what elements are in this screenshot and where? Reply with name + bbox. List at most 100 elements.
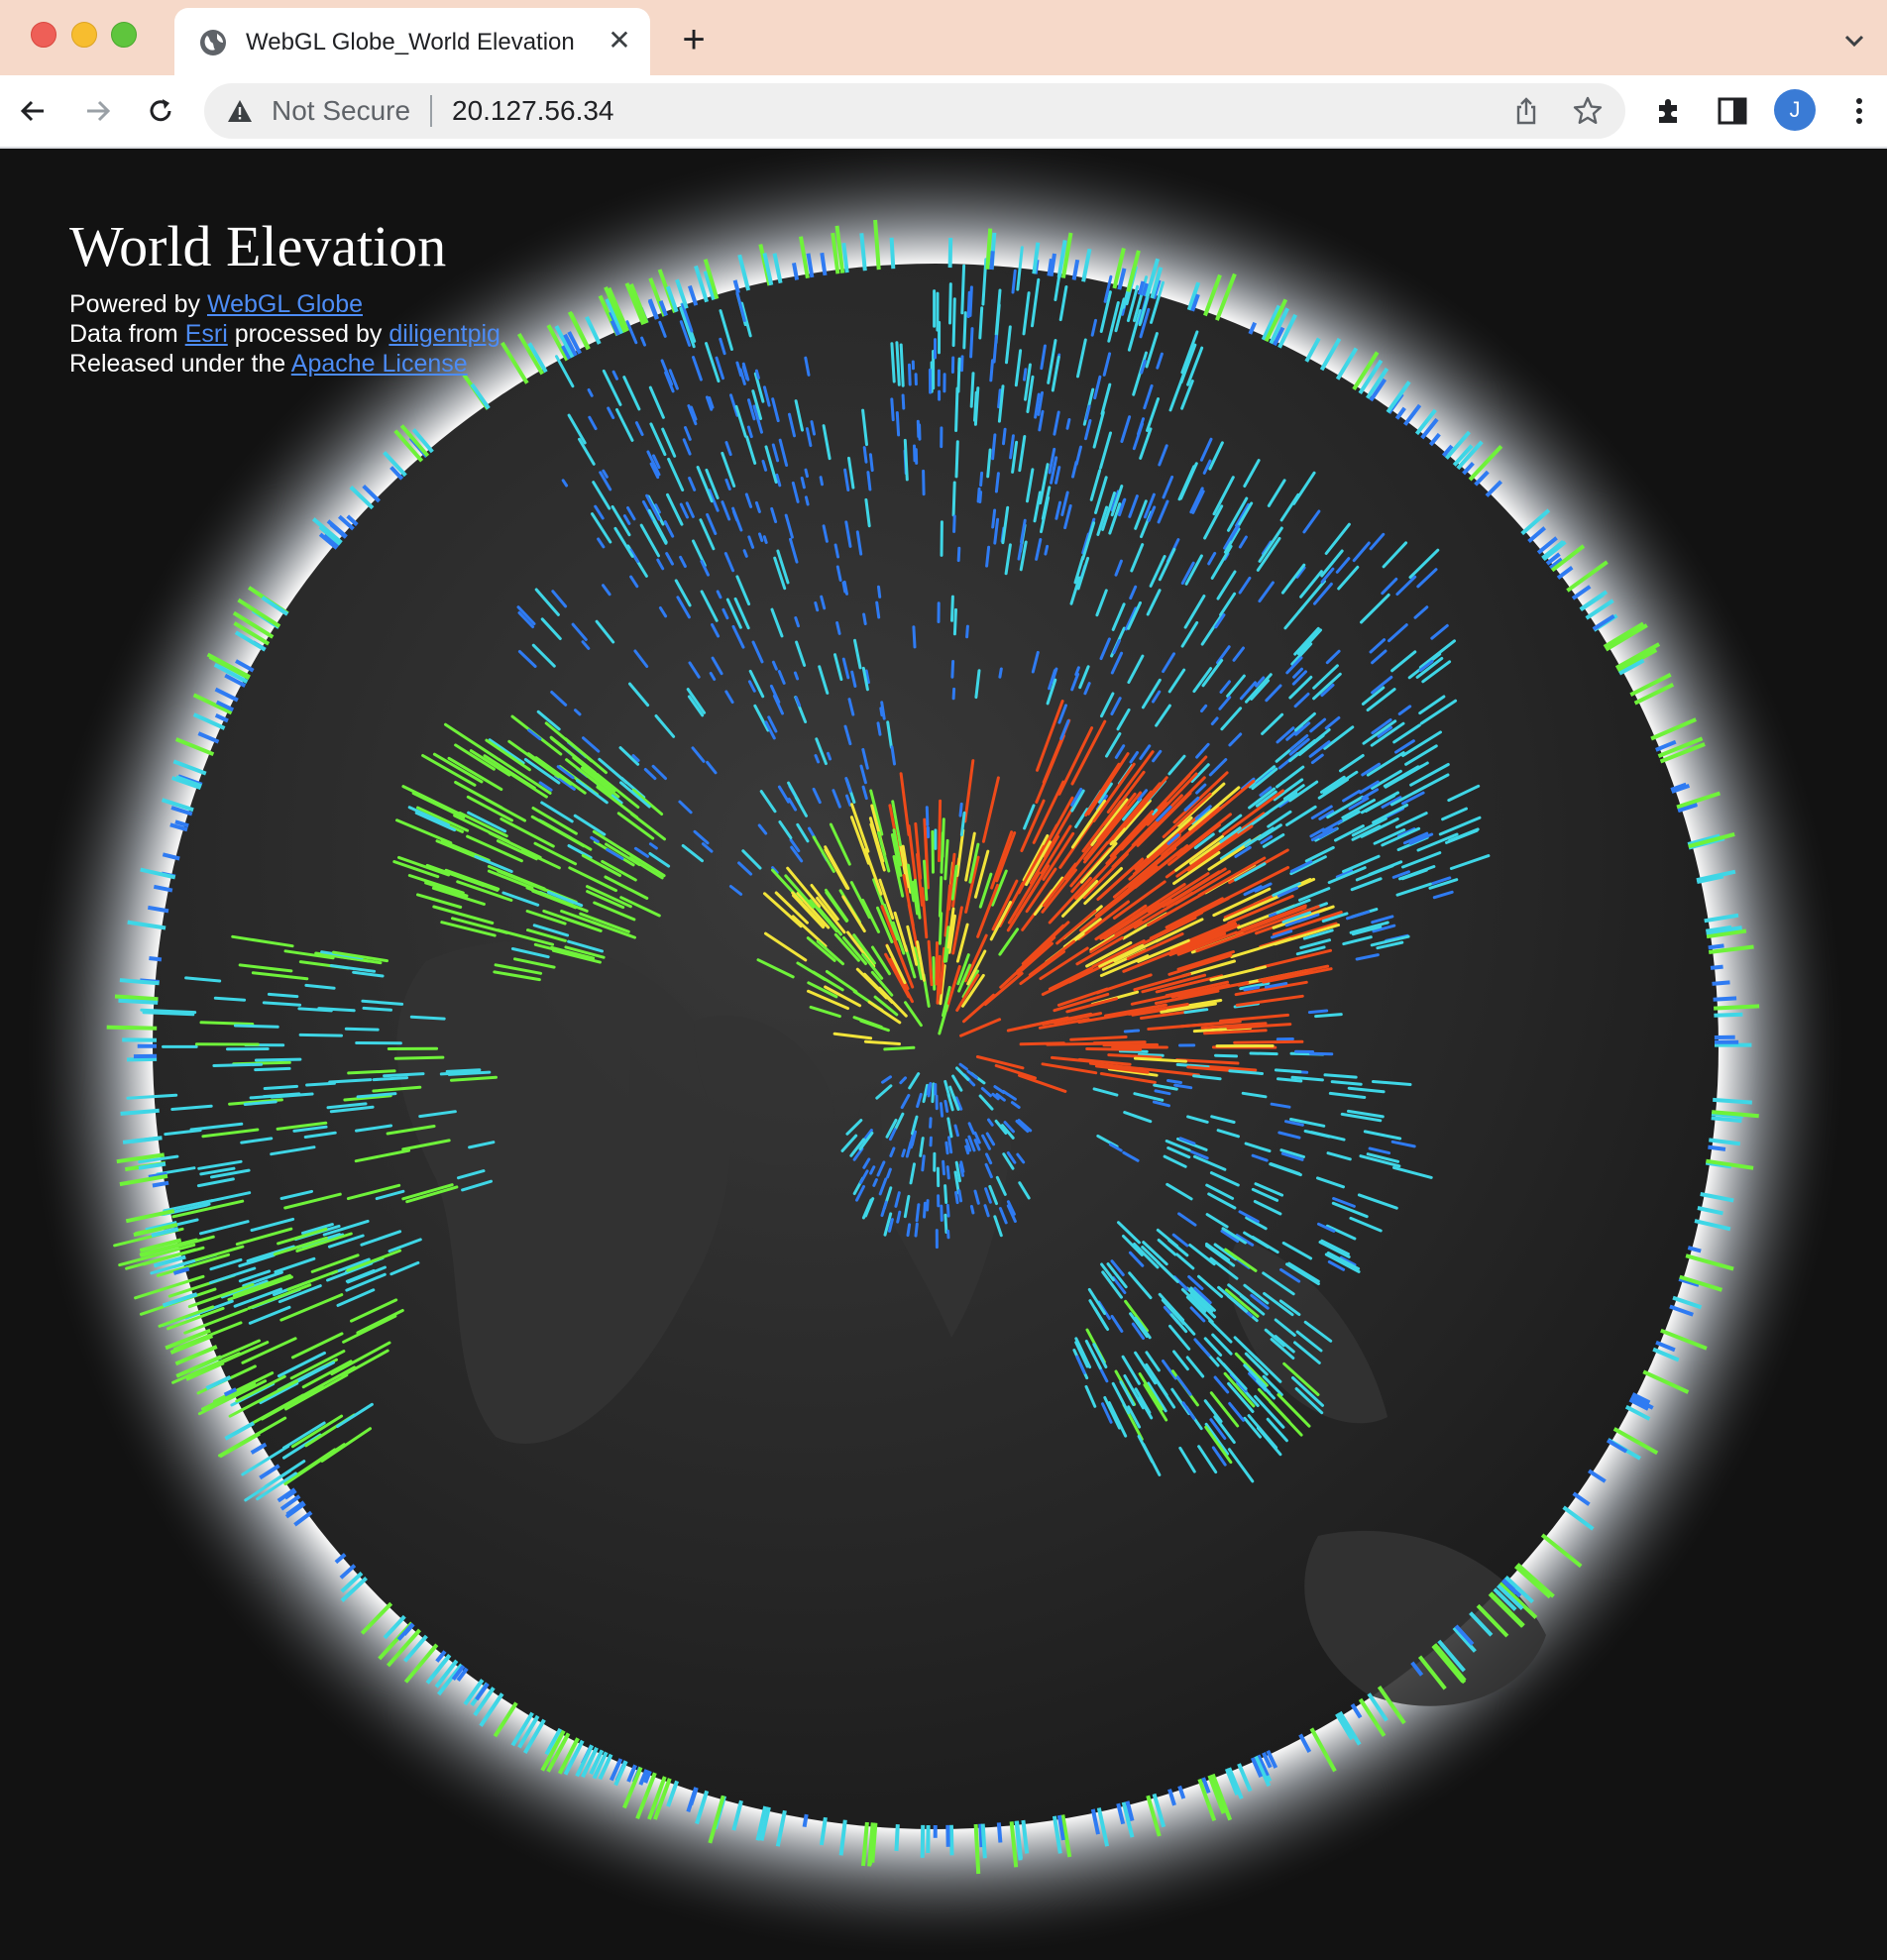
elevation-bar — [951, 297, 956, 348]
elevation-bar — [956, 357, 961, 393]
elevation-bar — [827, 751, 832, 761]
elevation-bar — [980, 1823, 987, 1859]
tab-strip: WebGL Globe_World Elevation ✕ + — [0, 0, 1887, 75]
elevation-bar — [1713, 1097, 1752, 1105]
elevation-bar — [938, 876, 944, 918]
elevation-bar — [889, 237, 896, 270]
webgl-globe-link[interactable]: WebGL Globe — [207, 290, 363, 318]
elevation-bar — [152, 1180, 169, 1188]
elevation-bar — [929, 1117, 933, 1129]
bookmark-star-icon[interactable] — [1572, 95, 1604, 127]
omnibox-divider — [430, 95, 432, 127]
elevation-bar — [952, 514, 956, 533]
forward-arrow-icon[interactable] — [79, 93, 115, 129]
share-icon[interactable] — [1510, 95, 1542, 127]
elevation-bar — [991, 508, 997, 529]
elevation-bar — [932, 956, 937, 991]
elevation-bar — [868, 453, 874, 473]
powered-by-line: Powered by WebGL Globe — [69, 289, 500, 319]
globe-icon — [200, 30, 226, 55]
elevation-bar — [877, 585, 882, 599]
browser-toolbar: Not Secure 20.127.56.34 J — [0, 75, 1887, 149]
elevation-bar — [914, 1222, 919, 1238]
info-panel: World Elevation Powered by WebGL Globe D… — [69, 214, 500, 379]
elevation-bar — [1713, 996, 1737, 1002]
diligentpig-link[interactable]: diligentpig — [388, 320, 500, 348]
elevation-bar — [1710, 964, 1723, 970]
elevation-bar — [1711, 1116, 1742, 1124]
close-tab-icon[interactable]: ✕ — [605, 26, 634, 55]
processed-by-text: processed by — [227, 320, 389, 348]
elevation-bar — [954, 440, 959, 479]
elevation-bar — [1712, 980, 1730, 986]
elevation-bar — [945, 1203, 950, 1218]
elevation-bar — [922, 469, 926, 496]
elevation-bar — [996, 1822, 1003, 1843]
elevation-bar — [126, 1056, 158, 1062]
side-panel-icon[interactable] — [1715, 93, 1750, 129]
elevation-bar — [912, 625, 917, 649]
more-menu-icon[interactable] — [1841, 93, 1877, 129]
elevation-bar — [952, 607, 957, 636]
elevation-bar — [973, 1823, 981, 1875]
elevation-bar — [199, 1021, 255, 1026]
back-arrow-icon[interactable] — [16, 93, 52, 129]
globe-canvas[interactable] — [0, 149, 1887, 1960]
warning-icon[interactable] — [226, 97, 254, 125]
elevation-bar — [950, 595, 954, 622]
maximize-window-button[interactable] — [111, 22, 137, 48]
powered-prefix: Powered by — [69, 290, 207, 318]
elevation-bar — [959, 1160, 965, 1173]
chevron-down-icon[interactable] — [1839, 26, 1869, 55]
elevation-bar — [862, 446, 868, 464]
elevation-bar — [802, 1813, 809, 1828]
elevation-bar — [903, 438, 909, 482]
active-tab[interactable]: WebGL Globe_World Elevation ✕ — [174, 8, 650, 75]
reload-icon[interactable] — [143, 93, 178, 129]
elevation-bar — [958, 802, 963, 817]
minimize-window-button[interactable] — [71, 22, 97, 48]
data-source-line: Data from Esri processed by diligentpig — [69, 319, 500, 349]
elevation-bar — [1065, 418, 1071, 430]
elevation-bar — [964, 1144, 970, 1155]
esri-link[interactable]: Esri — [185, 320, 228, 348]
avatar[interactable]: J — [1774, 89, 1816, 131]
elevation-bar — [921, 1154, 926, 1172]
elevation-bar — [969, 327, 974, 359]
page-viewport: World Elevation Powered by WebGL Globe D… — [0, 149, 1887, 1960]
elevation-bar — [956, 546, 961, 563]
elevation-bar — [920, 1824, 926, 1858]
elevation-bar — [938, 912, 944, 945]
elevation-bar — [1714, 1012, 1743, 1018]
elevation-bar — [896, 1210, 902, 1224]
url-text[interactable]: 20.127.56.34 — [452, 96, 614, 126]
elevation-bar — [879, 707, 884, 717]
security-status[interactable]: Not Secure — [272, 96, 410, 126]
elevation-bar — [754, 369, 760, 380]
elevation-bar — [931, 1082, 936, 1104]
elevation-bar — [962, 311, 967, 350]
apache-license-link[interactable]: Apache License — [291, 350, 468, 378]
elevation-bar — [998, 667, 1003, 679]
elevation-bar — [254, 1066, 291, 1072]
elevation-bar — [804, 495, 810, 506]
elevation-bar — [762, 535, 768, 544]
new-tab-button[interactable]: + — [674, 20, 714, 59]
elevation-bar — [1085, 1047, 1143, 1051]
elevation-bar — [800, 477, 806, 490]
elevation-bar — [233, 1024, 279, 1029]
elevation-bar — [1249, 1051, 1278, 1056]
license-prefix: Released under the — [69, 350, 291, 378]
elevation-bar — [106, 1025, 158, 1031]
elevation-bar — [1002, 427, 1007, 446]
elevation-bar — [298, 1033, 343, 1037]
close-window-button[interactable] — [31, 22, 56, 48]
elevation-bar — [938, 799, 943, 863]
elevation-bar — [344, 1027, 380, 1032]
extensions-icon[interactable] — [1651, 93, 1687, 129]
elevation-bar — [951, 481, 956, 517]
elevation-bar — [944, 1141, 949, 1155]
address-bar[interactable]: Not Secure 20.127.56.34 — [204, 83, 1625, 139]
elevation-bar — [968, 285, 973, 317]
elevation-bar — [973, 390, 978, 422]
